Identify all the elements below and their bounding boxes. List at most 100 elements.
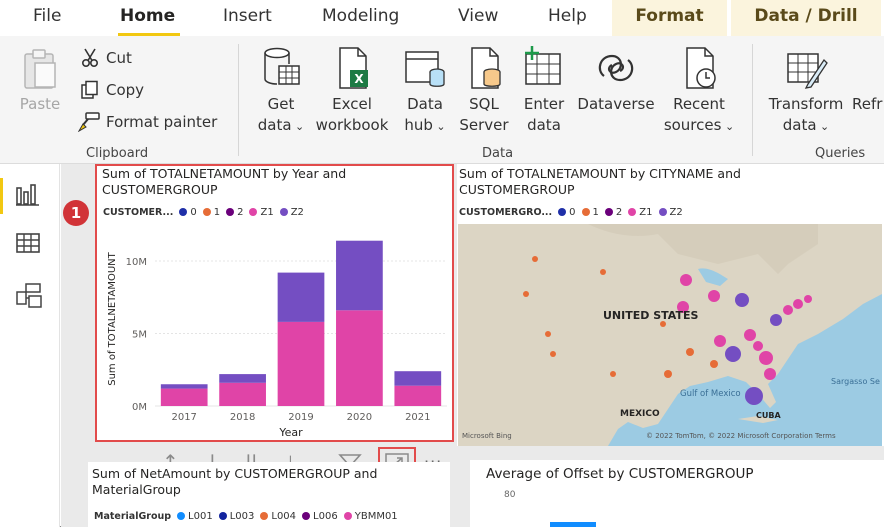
offset-visual[interactable]: Average of Offset by CUSTOMERGROUP 80 bbox=[470, 460, 884, 527]
legend-item-4[interactable]: YBMM01 bbox=[343, 511, 398, 522]
city-bubble[interactable] bbox=[545, 331, 551, 337]
legend-dot bbox=[558, 208, 567, 216]
tab-format[interactable]: Format bbox=[612, 0, 727, 36]
model-view-icon[interactable] bbox=[15, 282, 43, 310]
data-group-label: Data bbox=[482, 146, 514, 161]
tab-modeling[interactable]: Modeling bbox=[322, 6, 399, 26]
tab-home[interactable]: Home bbox=[120, 6, 175, 26]
format-painter-button[interactable]: Format painter bbox=[78, 112, 217, 132]
transform-data-button[interactable]: Transform data ⌄ bbox=[764, 46, 848, 137]
dataverse-button[interactable]: Dataverse bbox=[576, 46, 656, 115]
city-bubble[interactable] bbox=[686, 348, 694, 356]
map-label-sargasso: Sargasso Se bbox=[831, 377, 880, 386]
map-visual[interactable]: Sum of TOTALNETAMOUNT by CITYNAME and CU… bbox=[457, 164, 884, 446]
recent-label-2: sources bbox=[663, 116, 722, 134]
tab-view[interactable]: View bbox=[458, 6, 498, 26]
city-bubble[interactable] bbox=[680, 274, 692, 286]
cut-label: Cut bbox=[106, 49, 132, 67]
legend-dot bbox=[604, 208, 613, 216]
excel-workbook-button[interactable]: X Excel workbook bbox=[314, 46, 390, 136]
legend-dot bbox=[628, 208, 637, 216]
legend-item-0[interactable]: L001 bbox=[177, 511, 213, 522]
enter-data-button[interactable]: Enter data bbox=[519, 46, 569, 136]
legend-label: 1 bbox=[592, 207, 599, 218]
report-view-icon[interactable] bbox=[15, 182, 41, 208]
city-bubble[interactable] bbox=[710, 360, 718, 368]
city-bubble[interactable] bbox=[764, 368, 776, 380]
legend-item-2[interactable]: L004 bbox=[260, 511, 296, 522]
legend-item-0[interactable]: 0 bbox=[558, 207, 576, 218]
copy-label: Copy bbox=[106, 81, 145, 99]
legend-dot bbox=[260, 512, 269, 520]
city-bubble[interactable] bbox=[725, 346, 741, 362]
legend-label: 2 bbox=[615, 207, 623, 218]
tab-file[interactable]: File bbox=[33, 6, 61, 26]
map-canvas[interactable]: UNITED STATES MEXICO Gulf of Mexico CUBA… bbox=[458, 224, 882, 446]
copy-icon bbox=[81, 80, 98, 99]
city-bubble[interactable] bbox=[550, 351, 556, 357]
map-label-gulf: Gulf of Mexico bbox=[680, 389, 741, 399]
map-label-mexico: MEXICO bbox=[620, 409, 660, 419]
netamount-visual[interactable]: Sum of NetAmount by CUSTOMERGROUP and Ma… bbox=[88, 462, 450, 527]
tab-help[interactable]: Help bbox=[548, 6, 587, 26]
paste-label: Paste bbox=[19, 95, 61, 113]
paintbrush-icon bbox=[78, 112, 100, 132]
legend-label: 0 bbox=[569, 207, 576, 218]
city-bubble[interactable] bbox=[783, 305, 793, 315]
city-bubble[interactable] bbox=[770, 314, 782, 326]
city-bubble[interactable] bbox=[600, 269, 606, 275]
clipboard-group-label: Clipboard bbox=[86, 146, 149, 161]
table-view-icon[interactable] bbox=[15, 230, 41, 256]
data-hub-button[interactable]: Data hub ⌄ bbox=[398, 46, 452, 137]
map-legend: CUSTOMERGRO... 0 1 2 Z1 Z2 bbox=[459, 207, 683, 218]
city-bubble[interactable] bbox=[744, 329, 756, 341]
recent-sources-button[interactable]: Recent sources ⌄ bbox=[662, 46, 736, 137]
legend-item-3[interactable]: L006 bbox=[302, 511, 338, 522]
chevron-down-icon: ⌄ bbox=[291, 120, 305, 133]
tab-insert[interactable]: Insert bbox=[223, 6, 272, 26]
city-bubble[interactable] bbox=[610, 371, 616, 377]
step-badge-1: 1 bbox=[63, 200, 89, 226]
get-data-button[interactable]: Get data ⌄ bbox=[253, 46, 309, 137]
legend-item-3[interactable]: Z1 bbox=[628, 207, 653, 218]
excel-label-1: Excel bbox=[332, 95, 372, 113]
copy-button[interactable]: Copy bbox=[80, 80, 144, 100]
dataverse-icon bbox=[598, 54, 634, 82]
scissors-icon bbox=[81, 48, 99, 68]
enter-data-icon bbox=[525, 46, 561, 85]
city-bubble[interactable] bbox=[708, 290, 720, 302]
cut-button[interactable]: Cut bbox=[80, 48, 132, 68]
legend-dot bbox=[658, 208, 667, 216]
format-painter-label: Format painter bbox=[106, 113, 218, 131]
city-bubble[interactable] bbox=[532, 256, 538, 262]
city-bubble[interactable] bbox=[793, 299, 803, 309]
ribbon: Paste Cut Copy Format painter Clipboard … bbox=[0, 36, 884, 164]
queries-group-label: Queries bbox=[815, 146, 866, 161]
legend-item-1[interactable]: 1 bbox=[581, 207, 599, 218]
recent-label-1: Recent bbox=[673, 95, 725, 113]
legend-dot bbox=[343, 512, 352, 520]
sql-server-button[interactable]: SQL Server bbox=[457, 46, 511, 136]
tab-data-drill[interactable]: Data / Drill bbox=[731, 0, 881, 36]
city-bubble[interactable] bbox=[664, 370, 672, 378]
refresh-label: Refr bbox=[852, 95, 883, 113]
excel-icon: X bbox=[339, 47, 368, 89]
visual-title: Sum of NetAmount by CUSTOMERGROUP and Ma… bbox=[92, 466, 378, 497]
city-bubble[interactable] bbox=[804, 295, 812, 303]
city-bubble[interactable] bbox=[759, 351, 773, 365]
legend-item-2[interactable]: 2 bbox=[604, 207, 623, 218]
city-bubble[interactable] bbox=[714, 335, 726, 347]
paste-icon bbox=[24, 49, 56, 89]
paste-button[interactable]: Paste bbox=[18, 48, 62, 115]
legend-item-1[interactable]: L003 bbox=[218, 511, 254, 522]
city-bubble[interactable] bbox=[523, 291, 529, 297]
legend-item-4[interactable]: Z2 bbox=[658, 207, 683, 218]
legend-label: L006 bbox=[313, 511, 338, 522]
city-bubble[interactable] bbox=[753, 341, 763, 351]
city-bubble[interactable] bbox=[735, 293, 749, 307]
city-bubble[interactable] bbox=[745, 387, 763, 405]
refresh-button[interactable]: Refr bbox=[852, 46, 884, 115]
get-data-label-1: Get bbox=[267, 95, 295, 113]
selected-visual-outline bbox=[95, 164, 454, 442]
chart-legend: MaterialGroup L001 L003 L004 L006 YBMM01 bbox=[94, 511, 398, 522]
